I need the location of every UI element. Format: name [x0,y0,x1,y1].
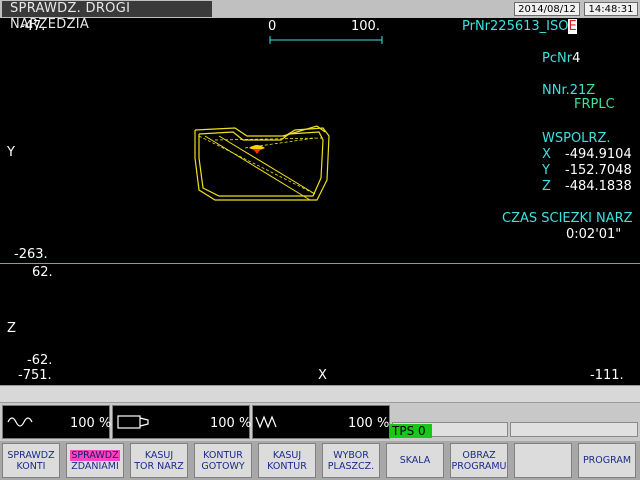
pc-number: PcNr4 [542,51,581,66]
scale-bar [269,36,383,44]
n-number: NNr.21Z [542,83,596,98]
coord-x-value: -494.9104 [565,147,632,162]
spindle-override-icon [7,417,33,427]
coord-x-label: X [542,147,551,162]
date-display: 2014/08/12 [514,2,580,16]
time-display: 14:48:31 [584,2,638,16]
coord-z-value: -484.1838 [565,179,632,194]
upper-top-left-value: -47. [20,19,46,34]
coordinates-label: WSPOLRZ. [542,131,611,146]
softkey-wybor-plaszcz[interactable]: WYBOR PLASZCZ. [322,443,380,478]
softkey-kontur-gotowy[interactable]: KONTUR GOTOWY [194,443,252,478]
tool-name: FRPLC [574,97,615,112]
path-time-value: 0:02'01" [566,227,622,242]
tps-indicator: TPS 0 [390,424,432,438]
feed-override-value: 100 % [210,416,252,431]
view-divider [0,263,640,264]
rapid-override-icon [255,415,277,429]
softkey-empty[interactable] [514,443,572,478]
program-number: PrNr225613_ISOE [462,19,577,34]
tool-path-graphic [194,125,330,201]
coord-y-value: -152.7048 [565,163,632,178]
lower-axis-label: Z [7,321,16,336]
softkey-obraz-programu[interactable]: OBRAZ PROGRAMU [450,443,508,478]
coord-z-label: Z [542,179,551,194]
upper-axis-label: Y [7,145,15,160]
lower-top-value: 62. [32,265,53,280]
x-axis-left-value: -751. [18,368,52,383]
coord-y-label: Y [542,163,550,178]
path-time-label: CZAS SCIEZKI NARZ [502,211,633,226]
softkey-program[interactable]: PROGRAM [578,443,636,478]
scale-left-label: 0 [268,19,277,34]
softkey-sprawdz-zdaniami[interactable]: SPRAWDZ ZDANIAMI [66,443,124,478]
tool-feed-icon [117,415,149,429]
upper-bottom-value: -263. [14,247,48,262]
softkey-kasuj-kontur[interactable]: KASUJ KONTUR [258,443,316,478]
softkey-sprawdz-konti[interactable]: SPRAWDZ KONTI [2,443,60,478]
softkey-kasuj-tor-narz[interactable]: KASUJ TOR NARZ [130,443,188,478]
spindle-override-value: 100 % [70,416,112,431]
lower-bottom-value: -62. [27,353,53,368]
message-line [0,385,640,403]
screen-title: SPRAWDZ. DROGI NARZEDZIA [2,1,212,32]
x-axis-label: X [318,368,327,383]
softkey-skala[interactable]: SKALA [386,443,444,478]
scale-right-label: 100. [351,19,380,34]
x-axis-right-value: -111. [590,368,624,383]
status-slot-2 [510,422,638,437]
rapid-override-value: 100 % [348,416,390,431]
